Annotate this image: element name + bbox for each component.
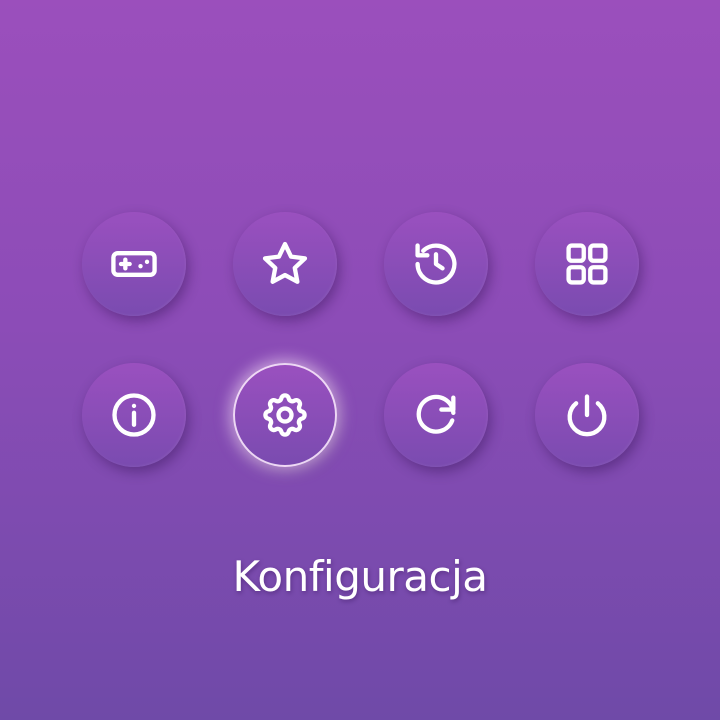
history-icon [415,243,457,285]
grid-icon [566,243,608,285]
gear-icon [263,393,307,437]
gamepad-icon [111,251,157,277]
favorites-button[interactable] [233,212,337,316]
refresh-icon [416,394,456,434]
star-icon [262,241,308,284]
games-button[interactable] [82,212,186,316]
power-button[interactable] [535,363,639,467]
menu-grid [0,0,720,720]
apps-button[interactable] [535,212,639,316]
info-button[interactable] [82,363,186,467]
history-button[interactable] [384,212,488,316]
selected-item-label: Konfiguracja [232,552,488,601]
restart-button[interactable] [384,363,488,467]
info-icon [112,393,156,437]
power-icon [567,394,607,437]
settings-button[interactable] [233,363,337,467]
